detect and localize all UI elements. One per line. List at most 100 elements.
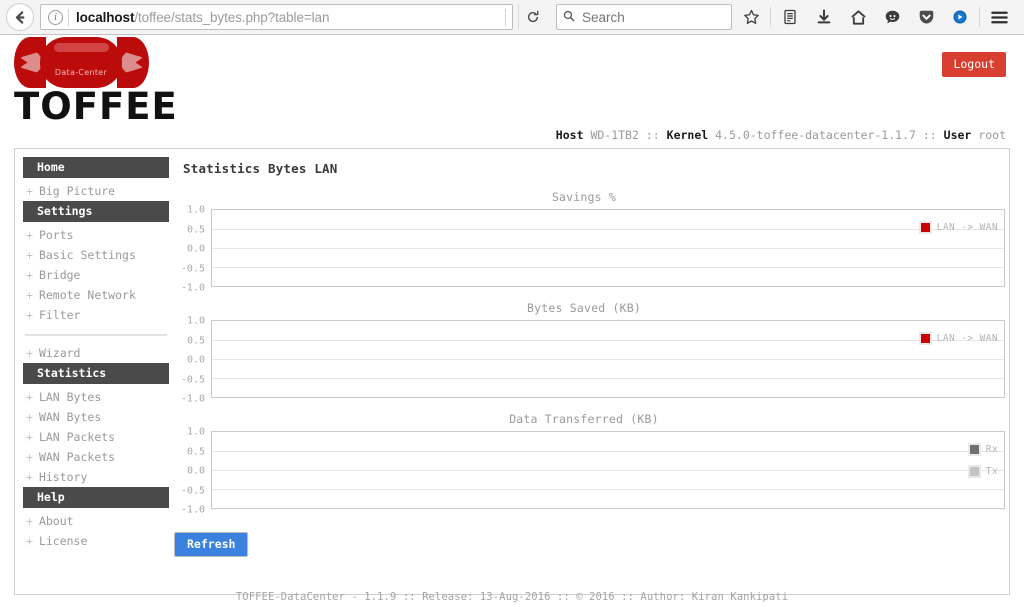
legend-swatch xyxy=(967,443,981,456)
page-title: Statistics Bytes LAN xyxy=(183,161,338,176)
chart-row: 1.0 0.5 0.0 -0.5 -1.0 LAN -> WAN xyxy=(171,316,1005,405)
sidebar-section-statistics[interactable]: Statistics xyxy=(23,363,169,384)
chart-bytes-saved-kb: Bytes Saved (KB) 1.0 0.5 0.0 -0.5 -1.0 LAN -> … xyxy=(171,301,1005,405)
sidebar-section-home[interactable]: Home xyxy=(23,157,169,178)
gridline xyxy=(212,451,1004,452)
sidebar-item-wan-bytes[interactable]: + WAN Bytes xyxy=(23,407,169,427)
refresh-button[interactable]: Refresh xyxy=(174,532,249,557)
y-axis: 1.0 0.5 0.0 -0.5 -1.0 xyxy=(171,316,211,405)
url-text: localhost/toffee/stats_bytes.php?table=l… xyxy=(76,10,329,25)
sidebar-item-label: Filter xyxy=(38,308,81,322)
sidebar-item-license[interactable]: + License xyxy=(23,531,169,551)
sidebar-item-wan-packets[interactable]: + WAN Packets xyxy=(23,447,169,467)
chart-row: 1.0 0.5 0.0 -0.5 -1.0 Rx Tx xyxy=(171,427,1005,516)
sidebar-item-label: WAN Packets xyxy=(38,450,116,464)
gridline xyxy=(212,489,1004,490)
reload-icon[interactable] xyxy=(518,4,546,30)
chart-row: 1.0 0.5 0.0 -0.5 -1.0 LAN -> WAN xyxy=(171,205,1005,294)
legend-label: LAN -> WAN xyxy=(936,333,998,344)
expand-plus-icon: + xyxy=(26,470,33,484)
host-separator-2: :: xyxy=(922,128,937,142)
sidebar-item-ports[interactable]: + Ports xyxy=(23,225,169,245)
legend-label: LAN -> WAN xyxy=(936,222,998,233)
toolbar-divider xyxy=(770,7,771,27)
footer-text: TOFFEE-DataCenter - 1.1.9 :: Release: 13… xyxy=(235,591,789,603)
sidebar-item-history[interactable]: + History xyxy=(23,467,169,487)
url-path: /toffee/stats_bytes.php?table=lan xyxy=(134,9,330,25)
y-tick-label: -0.5 xyxy=(180,263,205,274)
address-bar[interactable]: i localhost/toffee/stats_bytes.php?table… xyxy=(40,4,513,30)
sidebar-section-settings[interactable]: Settings xyxy=(23,201,169,222)
home-icon[interactable] xyxy=(843,3,873,31)
plot-area: Rx Tx xyxy=(211,431,1005,509)
legend-entry: Rx xyxy=(967,443,998,456)
sidebar-item-label: History xyxy=(38,470,88,484)
main-panel: Home + Big Picture Settings + Ports + Basic Set… xyxy=(14,148,1010,595)
host-value: WD-1TB2 xyxy=(590,128,639,142)
downloads-icon[interactable] xyxy=(809,3,839,31)
y-axis: 1.0 0.5 0.0 -0.5 -1.0 xyxy=(171,205,211,294)
hello-chat-icon[interactable] xyxy=(877,3,907,31)
sidebar-item-label: Wizard xyxy=(38,346,81,360)
search-bar[interactable] xyxy=(556,4,732,30)
browser-toolbar: i localhost/toffee/stats_bytes.php?table… xyxy=(0,0,1024,35)
gridline xyxy=(212,248,1004,249)
search-input[interactable] xyxy=(580,8,725,26)
y-tick-label: -0.5 xyxy=(180,485,205,496)
y-tick-label: -1.0 xyxy=(180,282,205,294)
sidebar-divider xyxy=(25,334,167,336)
gridline xyxy=(212,470,1004,471)
legend-label: Tx xyxy=(985,466,998,477)
gridline xyxy=(212,378,1004,379)
pocket-icon[interactable] xyxy=(911,3,941,31)
expand-plus-icon: + xyxy=(26,288,33,302)
user-value: root xyxy=(978,128,1006,142)
sidebar-item-filter[interactable]: + Filter xyxy=(23,305,169,325)
y-tick-label: 1.0 xyxy=(186,315,205,327)
y-tick-label: -1.0 xyxy=(180,504,205,516)
sidebar-item-label: Basic Settings xyxy=(38,248,136,262)
y-tick-label: -1.0 xyxy=(180,393,205,405)
chart-title: Data Transferred (KB) xyxy=(509,412,659,426)
y-tick-label: 1.0 xyxy=(186,426,205,438)
expand-plus-icon: + xyxy=(26,390,33,404)
expand-plus-icon: + xyxy=(26,308,33,322)
chart-data-transferred-kb: Data Transferred (KB) 1.0 0.5 0.0 -0.5 -1.0 Rx… xyxy=(171,412,1005,516)
logout-button[interactable]: Logout xyxy=(942,52,1006,77)
sync-account-icon[interactable] xyxy=(945,3,975,31)
legend-entry: LAN -> WAN xyxy=(918,332,998,345)
sidebar-item-lan-packets[interactable]: + LAN Packets xyxy=(23,427,169,447)
sidebar-item-about[interactable]: + About xyxy=(23,511,169,531)
y-tick-label: 1.0 xyxy=(186,204,205,216)
sidebar-item-bridge[interactable]: + Bridge xyxy=(23,265,169,285)
gridline xyxy=(212,340,1004,341)
sidebar-item-remote-network[interactable]: + Remote Network xyxy=(23,285,169,305)
y-tick-label: 0.0 xyxy=(186,465,205,477)
y-tick-label: 0.5 xyxy=(186,335,205,346)
y-tick-label: 0.0 xyxy=(186,243,205,255)
sidebar-item-label: LAN Bytes xyxy=(38,390,102,404)
chart-title: Bytes Saved (KB) xyxy=(527,301,641,315)
urlbar-end-divider xyxy=(505,9,506,26)
sidebar-item-lan-bytes[interactable]: + LAN Bytes xyxy=(23,387,169,407)
expand-plus-icon: + xyxy=(26,514,33,528)
sidebar-item-wizard[interactable]: + Wizard xyxy=(23,343,169,363)
sidebar-item-big-picture[interactable]: + Big Picture xyxy=(23,181,169,201)
bookmark-star-icon[interactable] xyxy=(736,3,766,31)
site-logo[interactable]: Data-Center TOFFEE xyxy=(14,37,177,126)
back-arrow-icon[interactable] xyxy=(6,3,34,31)
sidebar-item-basic-settings[interactable]: + Basic Settings xyxy=(23,245,169,265)
url-host: localhost xyxy=(76,9,135,25)
sidebar-section-help[interactable]: Help xyxy=(23,487,169,508)
host-separator-1: :: xyxy=(645,128,660,142)
expand-plus-icon: + xyxy=(26,268,33,282)
charts-container: Savings % 1.0 0.5 0.0 -0.5 -1.0 LAN -> WAN Byte… xyxy=(171,190,1005,516)
sidebar-item-label: License xyxy=(38,534,88,548)
y-axis: 1.0 0.5 0.0 -0.5 -1.0 xyxy=(171,427,211,516)
gridline xyxy=(212,229,1004,230)
library-icon[interactable] xyxy=(775,3,805,31)
legend-entry: LAN -> WAN xyxy=(918,221,998,234)
page-info-icon[interactable]: i xyxy=(48,9,63,25)
hamburger-menu-icon[interactable] xyxy=(984,3,1014,31)
candy-label: Data-Center xyxy=(54,68,108,77)
